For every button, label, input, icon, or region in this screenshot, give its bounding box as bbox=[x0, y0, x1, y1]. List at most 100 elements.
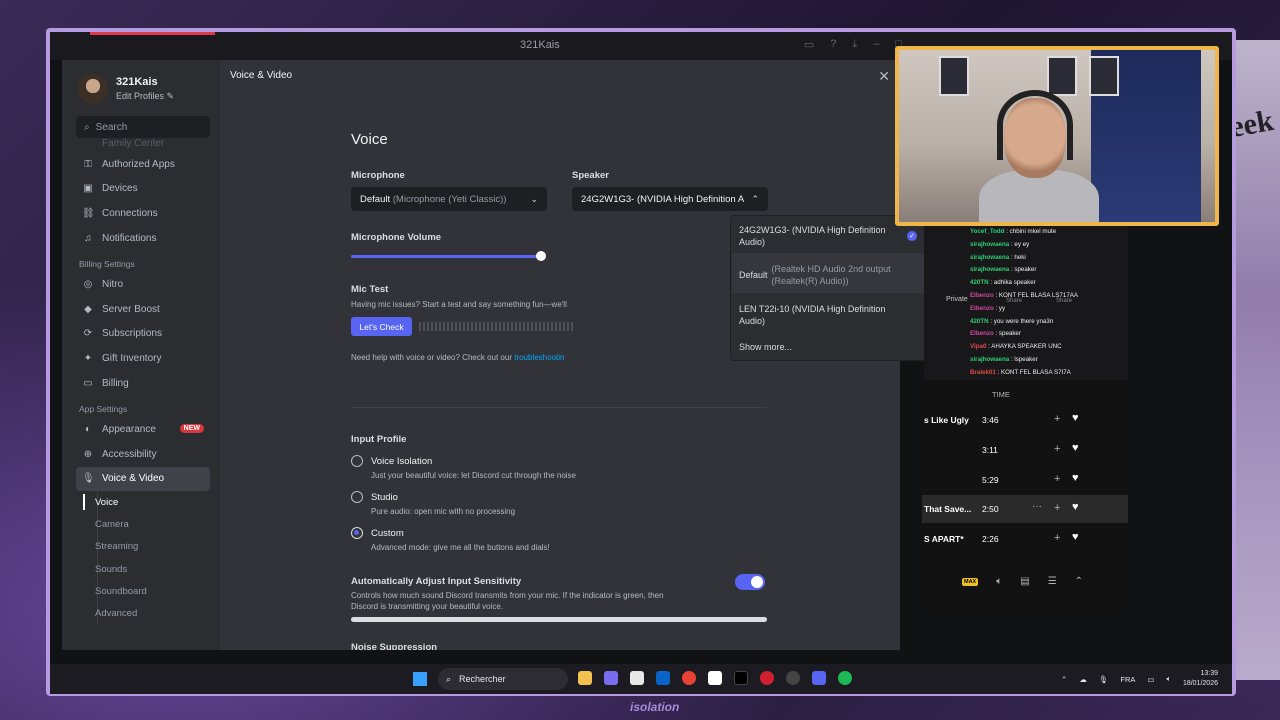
mic-icon[interactable]: 🎙︎ bbox=[1099, 675, 1109, 684]
notion-icon[interactable] bbox=[708, 671, 722, 685]
heart-icon[interactable]: ♥ bbox=[1072, 412, 1079, 424]
add-icon[interactable]: + bbox=[1054, 413, 1060, 425]
minimize-icon[interactable]: – bbox=[873, 38, 879, 51]
network-icon[interactable]: ☁ bbox=[1079, 675, 1087, 684]
profile-card[interactable]: 321Kais Edit Profiles ✎ bbox=[78, 74, 174, 104]
chevron-up-icon[interactable]: ⌃ bbox=[1075, 576, 1083, 587]
edit-profiles-link[interactable]: Edit Profiles ✎ bbox=[116, 91, 174, 102]
sidebar-item-voice-video[interactable]: 🎙︎ Voice & Video bbox=[76, 466, 210, 492]
show-more-option[interactable]: Show more... bbox=[739, 341, 919, 353]
sidebar-item-notifications[interactable]: ♫ Notifications bbox=[76, 226, 210, 251]
slider-handle[interactable] bbox=[536, 251, 547, 261]
discord-icon[interactable] bbox=[812, 671, 826, 685]
help-icon[interactable]: ? bbox=[830, 38, 836, 51]
subnav-streaming[interactable]: Streaming bbox=[76, 536, 210, 558]
sidebar-item-gift-inventory[interactable]: ✦ Gift Inventory bbox=[76, 346, 210, 371]
sidebar-item-family-center[interactable]: Family Center bbox=[76, 138, 210, 152]
auto-sensitivity-toggle[interactable] bbox=[735, 574, 765, 590]
display-icon[interactable]: ▭ bbox=[1147, 675, 1154, 684]
speaker-option-default[interactable]: Default (Realtek HD Audio 2nd output (Rea… bbox=[739, 263, 919, 287]
file-explorer-icon[interactable] bbox=[578, 671, 592, 685]
auto-sensitivity-label: Automatically Adjust Input Sensitivity bbox=[351, 576, 522, 587]
subnav-camera[interactable]: Camera bbox=[76, 513, 210, 535]
spotify-icon[interactable] bbox=[838, 671, 852, 685]
steam-icon[interactable] bbox=[786, 671, 800, 685]
subnav-advanced[interactable]: Advanced bbox=[76, 603, 210, 625]
search-input[interactable]: ⌕ Search bbox=[76, 116, 210, 138]
track-row[interactable]: 5:29 + ♥ bbox=[922, 466, 1128, 494]
device-icon[interactable]: ▤ bbox=[1020, 576, 1029, 587]
sidebar-item-accessibility[interactable]: ⊕ Accessibility bbox=[76, 442, 210, 467]
track-row[interactable]: S APART* 2:26 + ♥ bbox=[922, 525, 1128, 553]
chevron-up-icon[interactable]: ⌃ bbox=[1061, 675, 1067, 684]
radio-custom[interactable] bbox=[351, 527, 363, 539]
mic-icon: 🎙︎ bbox=[82, 473, 95, 485]
copilot-icon[interactable] bbox=[604, 671, 618, 685]
sidebar-item-billing[interactable]: ▭ Billing bbox=[76, 371, 210, 396]
close-icon[interactable]: ✕ bbox=[878, 68, 890, 85]
webcam-poster bbox=[1047, 56, 1077, 96]
share-label: Share bbox=[1056, 298, 1073, 304]
track-row[interactable]: 3:11 + ♥ bbox=[922, 436, 1128, 464]
windows-start-icon[interactable] bbox=[413, 672, 427, 686]
microphone-label: Microphone bbox=[351, 170, 405, 181]
speaker-select[interactable]: 24G2W1G3- (NVIDIA High Definition A ⌃ bbox=[572, 187, 768, 211]
window-title: 321Kais bbox=[520, 39, 560, 51]
microphone-volume-slider[interactable] bbox=[351, 251, 547, 261]
radio-studio[interactable] bbox=[351, 491, 363, 503]
chat-message: sirajhowaena : lspeaker bbox=[970, 355, 1038, 363]
more-icon[interactable]: ··· bbox=[1032, 501, 1042, 512]
terminal-icon[interactable] bbox=[734, 671, 748, 685]
microphone-select[interactable]: Default (Microphone (Yeti Classic)) ⌄ bbox=[351, 187, 547, 211]
chat-message: Elbenzo : speaker bbox=[970, 330, 1021, 338]
profile-studio[interactable]: Studio bbox=[351, 491, 398, 503]
chat-message: sirajhowaena : speaker bbox=[970, 266, 1037, 274]
heart-icon[interactable]: ♥ bbox=[1072, 531, 1079, 543]
sidebar-item-authorized-apps[interactable]: ⚿ Authorized Apps bbox=[76, 152, 210, 177]
add-icon[interactable]: + bbox=[1054, 502, 1060, 514]
sidebar-item-server-boost[interactable]: ◆ Server Boost bbox=[76, 297, 210, 322]
add-icon[interactable]: + bbox=[1054, 532, 1060, 544]
page-title: Voice bbox=[351, 131, 388, 148]
sidebar-item-appearance[interactable]: ◐ Appearance NEW bbox=[76, 417, 210, 442]
inbox-icon[interactable]: ▭ bbox=[804, 38, 814, 51]
webcam-overlay bbox=[895, 46, 1219, 226]
subnav-sounds[interactable]: Sounds bbox=[76, 558, 210, 580]
chevron-down-icon: ⌄ bbox=[530, 193, 538, 204]
download-icon[interactable]: ⤓ bbox=[852, 38, 857, 51]
clock[interactable]: 13:39 18/01/2026 bbox=[1183, 669, 1218, 689]
profile-custom[interactable]: Custom bbox=[351, 527, 404, 539]
speaker-option-len[interactable]: LEN T22i-10 (NVIDIA High Definition Audi… bbox=[739, 303, 919, 327]
language-indicator[interactable]: FRA bbox=[1120, 675, 1135, 684]
taskbar-search-label: Rechercher bbox=[459, 674, 506, 684]
opera-icon[interactable] bbox=[760, 671, 774, 685]
heart-icon[interactable]: ♥ bbox=[1072, 501, 1079, 513]
track-row[interactable]: s Like Ugly 3:46 + ♥ bbox=[922, 406, 1128, 434]
profile-voice-isolation[interactable]: Voice Isolation bbox=[351, 455, 432, 467]
queue-icon[interactable]: ☰ bbox=[1048, 576, 1057, 587]
troubleshooting-link[interactable]: troubleshootin bbox=[514, 353, 564, 362]
chrome-icon[interactable] bbox=[682, 671, 696, 685]
sidebar-item-devices[interactable]: ▣ Devices bbox=[76, 177, 210, 202]
add-icon[interactable]: + bbox=[1054, 443, 1060, 455]
subnav-soundboard[interactable]: Soundboard bbox=[76, 580, 210, 602]
radio-voice-isolation[interactable] bbox=[351, 455, 363, 467]
heart-icon[interactable]: ♥ bbox=[1072, 442, 1079, 454]
sidebar-item-subscriptions[interactable]: ⟳ Subscriptions bbox=[76, 322, 210, 347]
track-row[interactable]: That Save... 2:50 ··· + ♥ bbox=[922, 495, 1128, 523]
microphone-value: Default bbox=[360, 193, 391, 205]
sidebar-item-nitro[interactable]: ◎ Nitro bbox=[76, 272, 210, 297]
speaker-option-24g2[interactable]: 24G2W1G3- (NVIDIA High Definition Audio) bbox=[739, 224, 919, 248]
lets-check-button[interactable]: Let's Check bbox=[351, 317, 412, 336]
store-icon[interactable] bbox=[630, 671, 644, 685]
sidebar-item-connections[interactable]: ⛓ Connections bbox=[76, 201, 210, 226]
subnav-voice[interactable]: Voice bbox=[76, 491, 210, 513]
speaker-label: Speaker bbox=[572, 170, 609, 181]
system-tray: ⌃ ☁ 🎙︎ FRA ▭ 🔈︎ 13:39 18/01/2026 bbox=[1061, 669, 1218, 689]
outlook-icon[interactable] bbox=[656, 671, 670, 685]
heart-icon[interactable]: ♥ bbox=[1072, 472, 1079, 484]
volume-icon[interactable]: 🔈︎ bbox=[996, 576, 1002, 587]
add-icon[interactable]: + bbox=[1054, 473, 1060, 485]
volume-icon[interactable]: 🔈︎ bbox=[1166, 674, 1171, 684]
taskbar-search[interactable]: ⌕ Rechercher bbox=[438, 668, 568, 690]
